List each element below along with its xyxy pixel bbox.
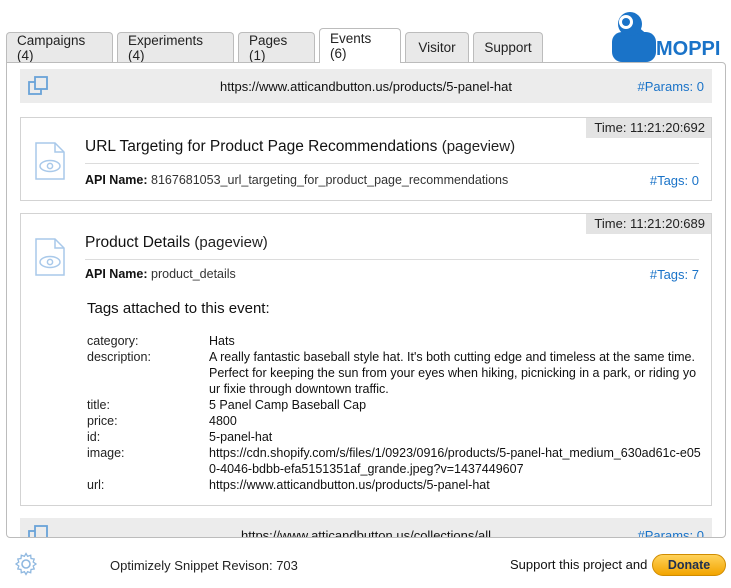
tags-count-link[interactable]: #Tags: 0 bbox=[650, 173, 699, 188]
params-count-link[interactable]: #Params: 0 bbox=[638, 79, 704, 94]
tag-key: url: bbox=[87, 478, 105, 492]
gear-icon[interactable] bbox=[14, 552, 38, 576]
event-kind: (pageview) bbox=[194, 234, 268, 251]
document-eye-icon bbox=[35, 238, 65, 276]
event-time: Time: 11:21:20:689 bbox=[586, 214, 711, 234]
tag-key: id: bbox=[87, 430, 101, 444]
api-name-label: API Name: bbox=[85, 173, 148, 187]
params-count-link[interactable]: #Params: 0 bbox=[638, 528, 704, 538]
tag-key: category: bbox=[87, 334, 139, 348]
tab-bar: Campaigns (4) Experiments (4) Pages (1) … bbox=[6, 28, 547, 63]
tag-value: https://www.atticandbutton.us/products/5… bbox=[209, 478, 490, 492]
tag-key: price: bbox=[87, 414, 118, 428]
tags-count-link[interactable]: #Tags: 7 bbox=[650, 267, 699, 282]
api-name-value: product_details bbox=[151, 267, 236, 281]
support-text: Support this project and bbox=[510, 557, 648, 572]
event-name: Product Details bbox=[85, 234, 191, 251]
event-name: URL Targeting for Product Page Recommend… bbox=[85, 138, 438, 155]
events-panel: https://www.atticandbutton.us/products/5… bbox=[6, 62, 726, 538]
donate-button[interactable]: Donate bbox=[652, 554, 726, 576]
tab-events[interactable]: Events (6) bbox=[319, 28, 401, 63]
tag-value: 4800 bbox=[209, 414, 237, 428]
snippet-value: 703 bbox=[276, 558, 298, 573]
tag-value: A really fantastic baseball style hat. I… bbox=[209, 350, 697, 396]
event-api-name: API Name: product_details bbox=[85, 267, 236, 281]
tab-campaigns[interactable]: Campaigns (4) bbox=[6, 32, 113, 63]
page-url: https://www.atticandbutton.us/collection… bbox=[240, 527, 492, 538]
page-url-bar: https://www.atticandbutton.us/collection… bbox=[20, 518, 712, 538]
tag-key: image: bbox=[87, 446, 125, 460]
page-url-bar: https://www.atticandbutton.us/products/5… bbox=[20, 69, 712, 103]
tab-experiments[interactable]: Experiments (4) bbox=[117, 32, 234, 63]
document-eye-icon bbox=[35, 142, 65, 180]
tags-heading: Tags attached to this event: bbox=[87, 300, 270, 317]
event-time: Time: 11:21:20:692 bbox=[586, 118, 711, 138]
tag-value: 5-panel-hat bbox=[209, 430, 273, 444]
divider bbox=[85, 163, 699, 164]
tab-visitor[interactable]: Visitor bbox=[405, 32, 469, 62]
event-card: Time: 11:21:20:692 URL Targeting for Pro… bbox=[20, 117, 712, 201]
event-title: Product Details (pageview) bbox=[85, 234, 268, 252]
tag-value: Hats bbox=[209, 334, 235, 348]
logo-text: MOPPI bbox=[656, 38, 721, 60]
tag-value: https://cdn.shopify.com/s/files/1/0923/0… bbox=[209, 446, 701, 476]
divider bbox=[85, 259, 699, 260]
api-name-label: API Name: bbox=[85, 267, 148, 281]
tag-value: 5 Panel Camp Baseball Cap bbox=[209, 398, 367, 412]
page-url: https://www.atticandbutton.us/products/5… bbox=[220, 78, 512, 94]
tab-pages[interactable]: Pages (1) bbox=[238, 32, 315, 63]
snippet-revision: Optimizely Snippet Revison: 703 bbox=[110, 558, 298, 573]
event-kind: (pageview) bbox=[441, 138, 516, 155]
api-name-value: 8167681053_url_targeting_for_product_pag… bbox=[151, 173, 509, 187]
tab-support[interactable]: Support bbox=[473, 32, 543, 62]
event-title: URL Targeting for Product Page Recommend… bbox=[85, 138, 515, 156]
tag-key: title: bbox=[87, 398, 110, 412]
event-api-name: API Name: 8167681053_url_targeting_for_p… bbox=[85, 173, 508, 187]
tag-key: description: bbox=[87, 350, 151, 364]
event-card: Time: 11:21:20:689 Product Details (page… bbox=[20, 213, 712, 506]
snippet-label: Optimizely Snippet Revison: bbox=[110, 558, 273, 573]
